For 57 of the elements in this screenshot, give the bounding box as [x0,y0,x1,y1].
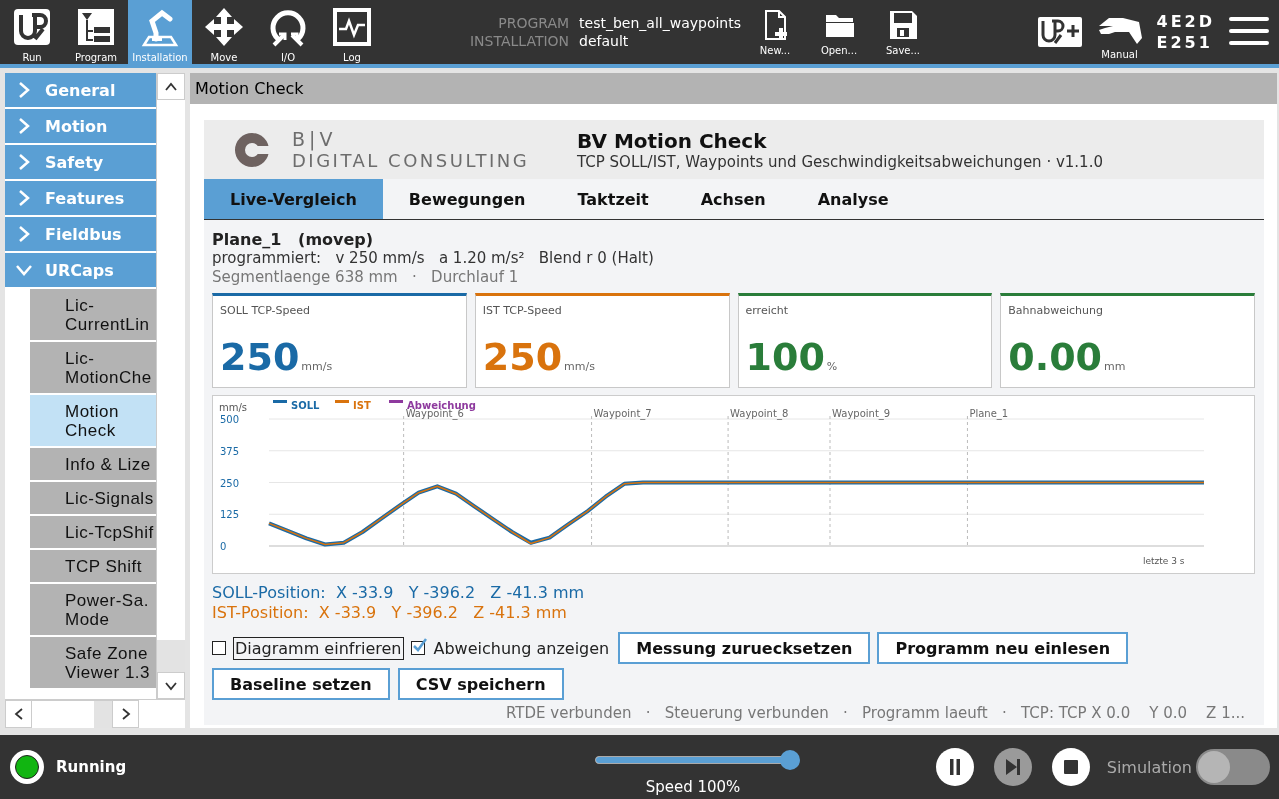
waypoint-label: Waypoint_8 [730,408,789,419]
segment-type: (movep) [298,230,374,249]
position-value: Z -41.3 mm [473,603,567,622]
robot-code: 4E2D [1156,11,1215,32]
waypoint-label: Waypoint_7 [593,408,652,419]
robot-code: E251 [1156,32,1214,53]
legend-item: SOLL [273,400,320,411]
waypoint-label: Plane_1 [969,408,1009,419]
position-label: IST-Position: [212,603,309,622]
metric-unit: mm [1104,360,1126,373]
waypoint-label: Waypoint_6 [405,408,464,419]
legend-label: Abweichung [407,400,476,411]
legend-label: SOLL [291,400,321,411]
axis-label: 125 [220,509,240,521]
axis-unit: mm/s [219,402,248,413]
legend-label: IST [353,400,371,411]
segment-info: Segmentlaenge 638 mm · Durchlauf 1 [212,268,520,287]
metric-unit: mm/s [564,360,595,373]
run-state: Running [56,758,127,776]
metric-unit: mm/s [301,360,333,373]
mode-label: Manual [1101,49,1138,60]
program-label: PROGRAM [497,15,570,31]
segment-name: Plane_1 [212,230,282,249]
axis-label: 250 [220,477,240,489]
metric-label: erreicht [745,304,790,317]
waypoint-label: Waypoint_9 [832,408,891,419]
plugin-subtitle: TCP SOLL/IST, Waypoints und Geschwindigkeitsabweichungen · v1.1.0 [577,152,1103,171]
position-value: X -33.9 [318,603,377,622]
metric-label: SOLL TCP-Speed [220,304,311,317]
installation-label: INSTALLATION [468,33,570,49]
program-name: test_ben_all_waypoints [579,15,743,31]
metric-value: 250 [220,335,300,379]
metric-label: IST TCP-Speed [482,304,563,317]
axis-label: 375 [220,445,240,457]
metric-unit: % [826,360,838,373]
axis-label: 500 [220,414,240,425]
installation-name: default [579,33,630,49]
legend-item: IST [335,400,371,411]
metric-value: 0.00 [1008,335,1102,379]
position-label: SOLL-Position: [212,583,326,602]
panel-title: Motion Check [190,73,1277,104]
status-line: RTDE verbunden · Steuerung verbunden · Programm laeuft · TCP: TCP X 0.0 Y 0.0 Z 1... [505,704,1246,722]
metric-label: Bahnabweichung [1008,304,1104,317]
axis-label: 0 [220,541,227,552]
plugin-title: BV Motion Check [577,128,768,153]
position-value: Y -396.2 [391,603,458,622]
metric-value: 250 [482,335,563,379]
position-value: X -33.9 [335,583,394,602]
time-window-label: letzte 3 s [1143,556,1185,566]
position-value: Z -41.3 mm [490,583,585,602]
metric-value: 100 [745,335,825,379]
position-value: Y -396.2 [408,583,476,602]
legend-item: Abweichung [389,400,476,411]
logo-text: B|V [292,128,338,150]
speed-label: Speed 100% [645,778,741,796]
segment-parameters: programmiert: v 250 mm/s a 1.20 m/s² Blend r 0 (Halt) [212,249,655,268]
simulation-label: Simulation [1106,757,1192,777]
